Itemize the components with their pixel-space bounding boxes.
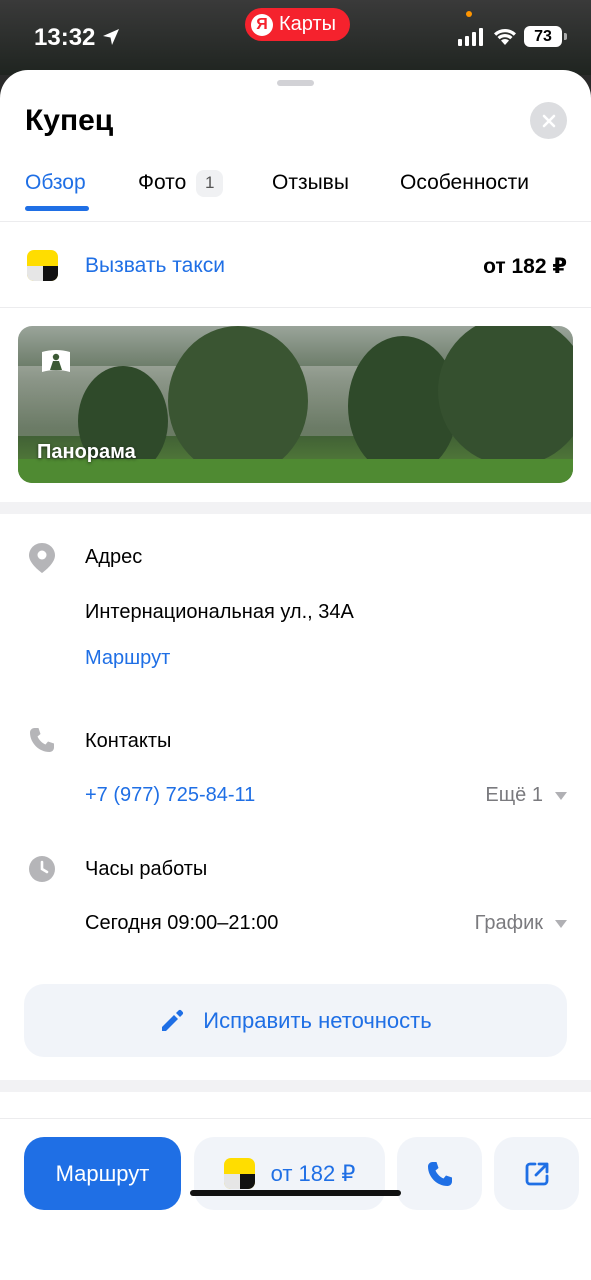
tab-label: Фото bbox=[138, 171, 187, 194]
tab-photos[interactable]: Фото 1 bbox=[138, 168, 224, 198]
contacts-heading: Контакты bbox=[85, 730, 172, 752]
app-pill[interactable]: Я Карты bbox=[245, 8, 350, 41]
photo-count-badge: 1 bbox=[196, 169, 224, 197]
address-heading: Адрес bbox=[85, 546, 143, 568]
panorama-label: Панорама bbox=[37, 441, 136, 463]
share-button[interactable] bbox=[494, 1137, 579, 1210]
more-contacts-button[interactable]: Ещё 1 bbox=[485, 784, 567, 807]
clock-icon bbox=[29, 856, 55, 882]
tab-label: Отзывы bbox=[272, 171, 349, 194]
tab-bar: Обзор Фото 1 Отзывы Особенности bbox=[0, 166, 591, 222]
panorama-preview[interactable]: Панорама bbox=[18, 326, 573, 483]
home-indicator[interactable] bbox=[190, 1190, 401, 1196]
fix-inaccuracy-button[interactable]: Исправить неточность bbox=[24, 984, 567, 1057]
hours-today: Сегодня 09:00–21:00 bbox=[85, 912, 279, 934]
yandex-logo: Я bbox=[251, 13, 273, 36]
close-button[interactable] bbox=[530, 102, 567, 139]
app-pill-label: Карты bbox=[279, 13, 336, 35]
pencil-icon bbox=[162, 1009, 184, 1031]
share-icon bbox=[525, 1162, 548, 1185]
phone-icon bbox=[427, 1161, 452, 1186]
taxi-row[interactable]: Вызвать такси от 182 ₽ bbox=[0, 222, 591, 308]
wifi-icon bbox=[494, 29, 516, 45]
more-contacts-label: Ещё 1 bbox=[485, 784, 543, 806]
chevron-down-icon bbox=[555, 919, 567, 928]
close-icon bbox=[542, 114, 555, 127]
taxi-logo-icon bbox=[223, 1158, 255, 1189]
phone-link[interactable]: +7 (977) 725-84-11 bbox=[85, 784, 255, 807]
taxi-button[interactable]: от 182 ₽ bbox=[194, 1137, 385, 1210]
signal-icon bbox=[458, 28, 483, 46]
panorama-icon bbox=[42, 350, 70, 372]
section-divider bbox=[0, 1080, 591, 1092]
hours-heading: Часы работы bbox=[85, 858, 208, 880]
route-button[interactable]: Маршрут bbox=[24, 1137, 181, 1210]
place-sheet: Купец Обзор Фото 1 Отзывы Особенности Вы… bbox=[0, 70, 591, 1280]
schedule-button[interactable]: График bbox=[475, 912, 567, 935]
taxi-button-price: от 182 ₽ bbox=[270, 1160, 356, 1186]
place-title: Купец bbox=[25, 104, 114, 137]
phone-icon bbox=[30, 728, 54, 752]
route-link[interactable]: Маршрут bbox=[85, 647, 170, 670]
sheet-grabber[interactable] bbox=[277, 80, 314, 86]
call-button[interactable] bbox=[397, 1137, 482, 1210]
status-bar: 13:32 Я Карты 73 bbox=[0, 0, 591, 75]
privacy-dot bbox=[466, 11, 472, 17]
tab-features[interactable]: Особенности bbox=[400, 168, 529, 198]
section-divider bbox=[0, 502, 591, 514]
location-arrow-icon bbox=[103, 29, 119, 45]
schedule-label: График bbox=[474, 912, 543, 934]
chevron-down-icon bbox=[555, 791, 567, 800]
tab-label: Особенности bbox=[400, 171, 529, 194]
tab-reviews[interactable]: Отзывы bbox=[272, 168, 349, 198]
tab-label: Обзор bbox=[25, 171, 86, 194]
address-value[interactable]: Интернациональная ул., 34А bbox=[85, 601, 354, 624]
battery-indicator: 73 bbox=[524, 26, 567, 47]
pin-icon bbox=[29, 543, 55, 573]
taxi-logo-icon bbox=[27, 250, 58, 281]
taxi-price: от 182 ₽ bbox=[483, 255, 567, 278]
bottom-action-bar: Маршрут от 182 ₽ bbox=[0, 1118, 591, 1280]
status-time: 13:32 bbox=[34, 24, 96, 51]
call-taxi-link[interactable]: Вызвать такси bbox=[85, 254, 225, 278]
active-tab-indicator bbox=[25, 206, 89, 211]
fix-inaccuracy-label: Исправить неточность bbox=[203, 1007, 432, 1033]
tab-overview[interactable]: Обзор bbox=[25, 168, 86, 198]
